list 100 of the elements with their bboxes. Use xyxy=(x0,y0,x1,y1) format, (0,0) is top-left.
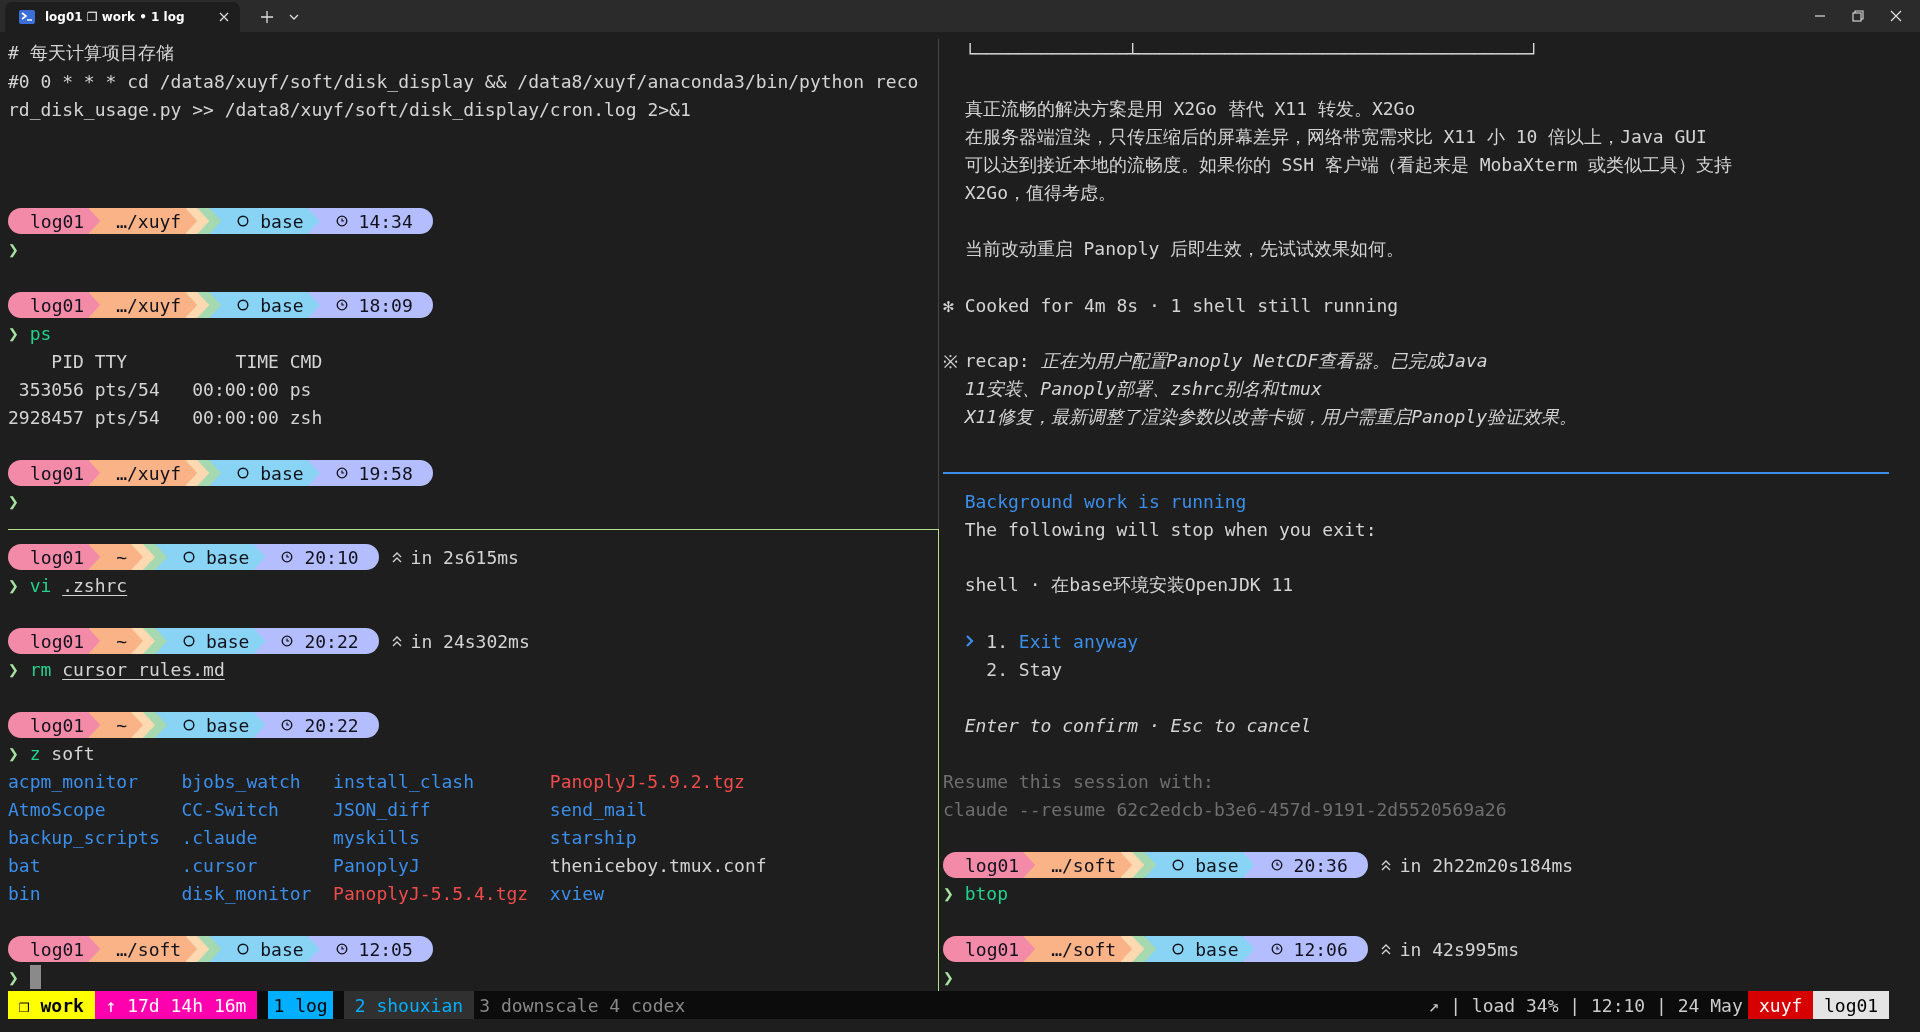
directory-name: JSON_diff xyxy=(333,798,432,820)
prompt-symbol: ❯ xyxy=(8,742,19,764)
host-name: log01 xyxy=(30,546,85,568)
message-text: 在服务器端渲染，只传压缩后的屏幕差异，网络带宽需求比 X11 小 10 倍以上，Java GUI xyxy=(964,125,1707,149)
circle-icon xyxy=(183,719,196,731)
clock-icon xyxy=(335,467,348,479)
message-text: recap: 正在为用户配置Panoply NetCDF查看器。已完成Java xyxy=(964,349,1488,373)
status-text: ↗ xyxy=(1427,993,1441,1018)
prompt-symbol: ❯ xyxy=(8,322,19,344)
restore-icon[interactable] xyxy=(1852,10,1864,22)
circle-icon xyxy=(183,635,196,647)
menu-option[interactable]: 2. Stay xyxy=(964,658,1063,680)
prompt-time: 12:05 xyxy=(358,938,413,960)
terminal-icon xyxy=(19,9,35,25)
circle-icon xyxy=(237,215,250,227)
tab-title: log01 ❐ work • 1 log xyxy=(45,10,186,24)
window-tab[interactable]: 1 log xyxy=(268,991,334,1019)
duration-text: in 42s995ms xyxy=(1399,938,1519,960)
circle-icon xyxy=(183,551,196,563)
directory-path: ~ xyxy=(116,546,128,568)
window-tab[interactable]: 3 downscale xyxy=(473,991,604,1019)
duration-text: in 24s302ms xyxy=(410,630,530,652)
command-name: rm xyxy=(29,658,52,680)
file-name: theniceboy.tmux.conf xyxy=(549,854,768,876)
message-text: 当前改动重启 Panoply 后即生效，先试试效果如何。 xyxy=(964,237,1405,261)
double-caret-icon xyxy=(1379,942,1392,956)
terminal-tab[interactable]: log01 ❐ work • 1 log xyxy=(5,2,240,32)
close-icon[interactable] xyxy=(1890,10,1902,22)
directory-name: backup_scripts xyxy=(8,826,161,848)
environment-name: base xyxy=(260,462,304,484)
directory-name: disk_monitor xyxy=(181,882,313,904)
clock-icon xyxy=(335,299,348,311)
message-text: shell · 在base环境安装OpenJDK 11 xyxy=(964,573,1294,597)
terminal-text: # 每天计算项目存储 xyxy=(8,41,174,65)
host-name: log01 xyxy=(30,462,85,484)
directory-path: …/soft xyxy=(1051,854,1117,876)
prompt-time: 20:10 xyxy=(304,546,359,568)
window-tab[interactable]: 4 codex xyxy=(603,991,691,1019)
prompt-time: 20:22 xyxy=(304,714,359,736)
message-text: X2Go，值得考虑。 xyxy=(964,181,1117,205)
terminal-text: 2928457 pts/54 00:00:00 zsh xyxy=(8,406,323,428)
prompt-time: 19:58 xyxy=(358,462,413,484)
plus-icon[interactable] xyxy=(260,10,274,24)
directory-name: bjobs_watch xyxy=(181,770,302,792)
circle-icon xyxy=(237,943,250,955)
directory-path: …/xuyf xyxy=(116,294,182,316)
command-name: vi xyxy=(29,574,52,596)
prompt-symbol: ❯ xyxy=(8,238,19,260)
message-text: 可以达到接近本地的流畅度。如果你的 SSH 客户端（看起来是 MobaXterm 或类似工具）支持 xyxy=(964,153,1733,177)
prompt-symbol: ❯ xyxy=(8,490,19,512)
double-caret-icon xyxy=(1379,858,1392,872)
directory-name: starship xyxy=(549,826,638,848)
directory-path: ~ xyxy=(116,630,128,652)
host-name: log01 xyxy=(30,630,85,652)
environment-name: base xyxy=(206,714,250,736)
duration-text: in 2s615ms xyxy=(410,546,519,568)
status-marker: ✻ xyxy=(943,294,954,316)
message-text: The following will stop when you exit: xyxy=(964,518,1377,540)
directory-name: .claude xyxy=(181,826,259,848)
prompt-time: 12:06 xyxy=(1293,938,1348,960)
clock-icon xyxy=(335,943,348,955)
command-argument: .zshrc xyxy=(62,574,128,596)
host-name: log01 xyxy=(965,854,1020,876)
double-caret-icon xyxy=(390,634,403,648)
host-name: log01 xyxy=(30,294,85,316)
command-name: z xyxy=(29,742,41,764)
directory-path: ~ xyxy=(116,714,128,736)
double-caret-icon xyxy=(390,550,403,564)
menu-option[interactable]: 1. Exit anyway xyxy=(964,630,1139,652)
directory-path: …/xuyf xyxy=(116,462,182,484)
environment-name: base xyxy=(260,294,304,316)
message-text: X11修复，最新调整了渲染参数以改善卡顿，用户需重启Panoply验证效果。 xyxy=(964,405,1578,429)
clock-icon xyxy=(1270,859,1283,871)
duration-text: in 2h22m20s184ms xyxy=(1399,854,1574,876)
directory-name: myskills xyxy=(333,826,421,848)
close-icon[interactable] xyxy=(218,11,230,23)
clock-icon xyxy=(281,551,294,563)
clock-icon xyxy=(281,635,294,647)
directory-name: .cursor xyxy=(181,854,259,876)
terminal-text: 353056 pts/54 00:00:00 ps xyxy=(17,378,312,400)
message-text: Background work is running xyxy=(964,490,1247,512)
message-text: └──────────────┴────────────────────────────────────┘ xyxy=(964,42,1540,64)
directory-name: PanoplyJ xyxy=(333,854,421,876)
terminal-text: PID TTY TIME CMD xyxy=(50,350,323,372)
file-name: PanoplyJ-5.5.4.tgz xyxy=(333,882,530,904)
host-name: log01 xyxy=(1813,991,1889,1019)
circle-icon xyxy=(1172,943,1185,955)
window-tab[interactable]: 2 shouxian xyxy=(343,991,474,1019)
file-name: PanoplyJ-5.9.2.tgz xyxy=(549,770,746,792)
prompt-symbol: ❯ xyxy=(8,658,19,680)
directory-name: bin xyxy=(8,882,42,904)
prompt-time: 14:34 xyxy=(358,210,413,232)
environment-name: base xyxy=(1195,938,1239,960)
terminal-text: claude --resume 62c2edcb-b3e6-457d-9191-2d5520569a26 xyxy=(943,798,1507,820)
message-text: Cooked for 4m 8s · 1 shell still running xyxy=(964,294,1399,316)
prompt-symbol: ❯ xyxy=(943,882,954,904)
command-name: btop xyxy=(964,882,1009,904)
environment-name: base xyxy=(206,546,250,568)
prompt-symbol: ❯ xyxy=(943,966,954,988)
clock-icon xyxy=(281,719,294,731)
